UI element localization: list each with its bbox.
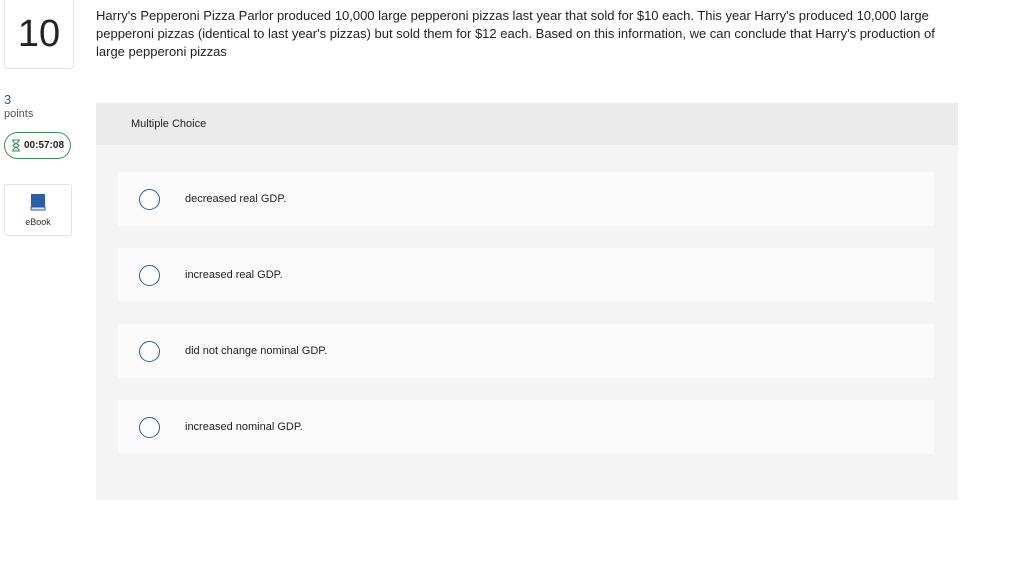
choice-option-2[interactable]: increased real GDP.: [118, 248, 934, 302]
radio-button[interactable]: [139, 340, 160, 362]
radio-button[interactable]: [139, 264, 160, 286]
question-text: Harry's Pepperoni Pizza Parlor produced …: [96, 8, 935, 59]
timer-badge[interactable]: 00:57:08: [4, 132, 71, 159]
choice-label: increased real GDP.: [185, 269, 283, 281]
radio-button[interactable]: [139, 188, 160, 210]
choice-option-1[interactable]: decreased real GDP.: [118, 172, 934, 226]
choice-option-4[interactable]: increased nominal GDP.: [118, 400, 934, 454]
choice-label: did not change nominal GDP.: [185, 345, 328, 357]
choice-label: decreased real GDP.: [185, 193, 287, 205]
choice-option-3[interactable]: did not change nominal GDP.: [118, 324, 934, 378]
book-icon: [30, 193, 46, 213]
choice-label: increased nominal GDP.: [185, 421, 303, 433]
question-number: 10: [4, 0, 74, 69]
ebook-label: eBook: [25, 217, 51, 227]
radio-button[interactable]: [139, 416, 160, 438]
points-label: points: [4, 108, 34, 120]
timer-text: 00:57:08: [23, 140, 65, 151]
multiple-choice-header: Multiple Choice: [96, 103, 958, 145]
hourglass-icon: [11, 139, 21, 152]
ebook-button[interactable]: eBook: [4, 184, 72, 236]
multiple-choice-panel: Multiple Choice decreased real GDP. incr…: [96, 103, 958, 500]
points-value: 3: [4, 92, 12, 107]
